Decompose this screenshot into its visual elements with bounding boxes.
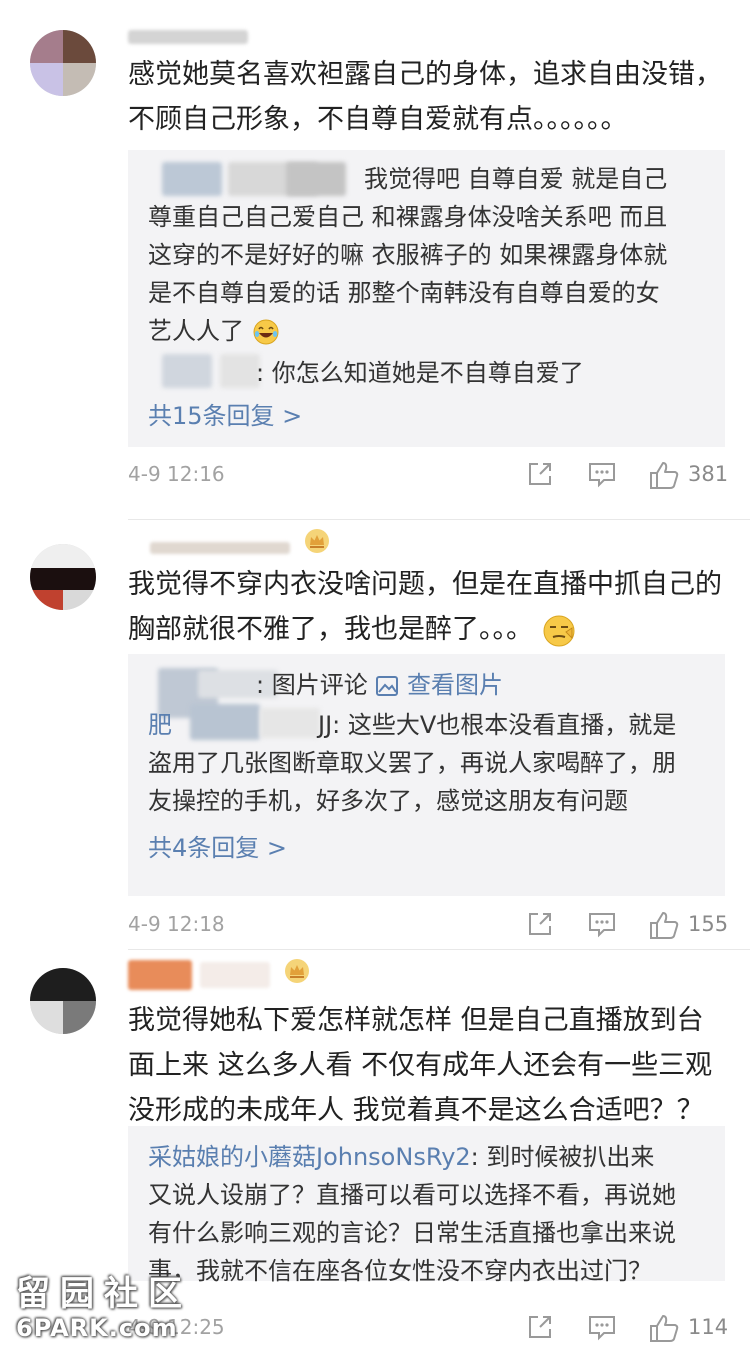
thumbs-up-icon — [650, 912, 679, 939]
reply-text-line: : 图片评论 查看图片 — [256, 666, 711, 704]
avatar[interactable] — [30, 968, 96, 1034]
blurred-username[interactable] — [150, 542, 290, 554]
reply-text-line: 尊重自己自己爱自己 和裸露身体没啥关系吧 而且 — [148, 203, 668, 231]
comment-text-line: 我觉得她私下爱怎样就怎样 但是自己直播放到台 — [128, 1005, 704, 1036]
reply-text-line: 采姑娘的小蘑菇JohnsoNsRy2: 到时候被扒出来 — [148, 1138, 711, 1176]
reply-text-line: 有什么影响三观的言论？日常生活直播也拿出来说 — [148, 1219, 676, 1247]
reply-text-line: 盗用了几张图断章取义罢了，再说人家喝醉了，朋 — [148, 749, 676, 777]
reply-box[interactable]: 我觉得吧 自尊自爱 就是自己 尊重自己自己爱自己 和裸露身体没啥关系吧 而且 这… — [128, 150, 725, 447]
comment-1: 感觉她莫名喜欢袒露自己的身体，追求自由没错， 不顾自己形象，不自尊自爱就有点。。… — [0, 0, 750, 520]
like-count: 381 — [688, 462, 729, 486]
comment-text-line: 面上来 这么多人看 不仅有成年人还会有一些三观 — [128, 1050, 713, 1081]
view-image-link[interactable]: 查看图片 — [375, 671, 503, 699]
blurred-reply-username[interactable] — [286, 162, 346, 196]
reply-text-line: : 你怎么知道她是不自尊自爱了 — [256, 359, 584, 387]
comment-icon — [589, 913, 615, 938]
blurred-username[interactable] — [200, 962, 270, 988]
comment-icon — [589, 463, 615, 488]
like-button[interactable]: 381 — [648, 460, 738, 490]
crown-badge-icon — [285, 959, 309, 983]
like-count: 155 — [688, 912, 729, 936]
comment-meta: 4-9 12:18 155 — [128, 910, 730, 944]
comment-text: 感觉她莫名喜欢袒露自己的身体，追求自由没错， 不顾自己形象，不自尊自爱就有点。。… — [128, 52, 728, 142]
timestamp: 4-9 12:18 — [128, 912, 225, 936]
comment-text-line: 感觉她莫名喜欢袒露自己的身体，追求自由没错， — [128, 59, 722, 90]
watermark: 留园社区 6PARK.com — [12, 1262, 202, 1352]
comment-icon — [589, 1316, 615, 1341]
view-image-label[interactable]: 查看图片 — [407, 671, 503, 699]
reply-box[interactable]: : 图片评论 查看图片 肥 JJ: 这些大V也根本没看直播，就是 盗用了几张图断… — [128, 654, 725, 896]
like-button[interactable]: 114 — [648, 1313, 738, 1343]
watermark-title: 留园社区 — [16, 1274, 192, 1314]
share-button[interactable] — [526, 910, 554, 940]
reply-text-line: 艺人人了 — [148, 312, 711, 350]
reply-text-line: 事，我就不信在座各位女性没不穿内衣出过门？ — [148, 1257, 652, 1285]
avatar[interactable] — [30, 544, 96, 610]
smirk-emoji-icon — [543, 615, 575, 646]
reply-text-line: 我觉得吧 自尊自爱 就是自己 — [364, 160, 711, 198]
thumbs-up-icon — [650, 1315, 679, 1342]
reply-text-line: 是不自尊自爱的话 那整个南韩没有自尊自爱的女 — [148, 279, 660, 307]
timestamp: 4-9 12:16 — [128, 462, 225, 486]
picture-icon — [376, 676, 399, 696]
thumbs-up-icon — [650, 462, 679, 489]
reply-box[interactable]: 采姑娘的小蘑菇JohnsoNsRy2: 到时候被扒出来 又说人设崩了？直播可以看… — [128, 1126, 725, 1285]
share-button[interactable] — [526, 460, 554, 490]
comment-meta: 4-9 12:16 381 — [128, 460, 730, 494]
blurred-username[interactable] — [128, 960, 192, 990]
comment-text-line: 我觉得不穿内衣没啥问题，但是在直播中抓自己的 — [128, 569, 722, 600]
reply-text-line: 又说人设崩了？直播可以看可以选择不看，再说她 — [148, 1181, 676, 1209]
comment-2: 我觉得不穿内衣没啥问题，但是在直播中抓自己的 胸部就很不雅了，我也是醉了。。。 … — [0, 520, 750, 950]
blurred-reply-username[interactable] — [162, 162, 222, 196]
comment-text: 我觉得她私下爱怎样就怎样 但是自己直播放到台 面上来 这么多人看 不仅有成年人还… — [128, 998, 728, 1133]
more-replies-link[interactable]: 共4条回复 > — [148, 830, 287, 866]
comment-text-line: 胸部就很不雅了，我也是醉了。。。 — [128, 607, 728, 652]
share-icon — [529, 1316, 551, 1338]
avatar[interactable] — [30, 30, 96, 96]
comment-text: 我觉得不穿内衣没啥问题，但是在直播中抓自己的 胸部就很不雅了，我也是醉了。。。 — [128, 562, 728, 652]
reply-text-line: JJ: 这些大V也根本没看直播，就是 — [318, 711, 677, 739]
reply-text: 我觉得吧 自尊自爱 就是自己 — [364, 165, 668, 193]
comment-meta: 4-9 12:25 114 — [128, 1313, 730, 1347]
more-replies-link[interactable]: 共15条回复 > — [148, 398, 302, 434]
reply-username[interactable]: 采姑娘的小蘑菇JohnsoNsRy2 — [148, 1143, 471, 1171]
reply-text-line: 友操控的手机，好多次了，感觉这朋友有问题 — [148, 787, 628, 815]
blurred-username[interactable] — [128, 30, 248, 44]
comment-text-line: 不顾自己形象，不自尊自爱就有点。。。。。。 — [128, 104, 628, 135]
like-button[interactable]: 155 — [648, 910, 738, 940]
reply-button[interactable] — [587, 460, 617, 490]
crown-badge-icon — [305, 529, 329, 553]
like-count: 114 — [688, 1315, 729, 1339]
share-icon — [529, 463, 551, 485]
reply-username[interactable]: 肥 — [148, 711, 172, 739]
reply-text: : 图片评论 — [256, 671, 368, 699]
reply-button[interactable] — [587, 1313, 617, 1343]
reply-text: 艺人人了 — [148, 317, 244, 345]
comment-text: 胸部就很不雅了，我也是醉了。。。 — [128, 614, 533, 645]
watermark-subtitle: 6PARK.com — [16, 1314, 178, 1342]
reply-text-line: 这穿的不是好好的嘛 衣服裤子的 如果裸露身体就 — [148, 241, 668, 269]
reply-text: : 到时候被扒出来 — [470, 1143, 655, 1171]
share-icon — [529, 913, 551, 935]
reply-button[interactable] — [587, 910, 617, 940]
blurred-reply-username[interactable] — [220, 354, 260, 388]
share-button[interactable] — [526, 1313, 554, 1343]
laughing-emoji-icon — [253, 319, 279, 345]
blurred-reply-username[interactable] — [162, 354, 212, 388]
